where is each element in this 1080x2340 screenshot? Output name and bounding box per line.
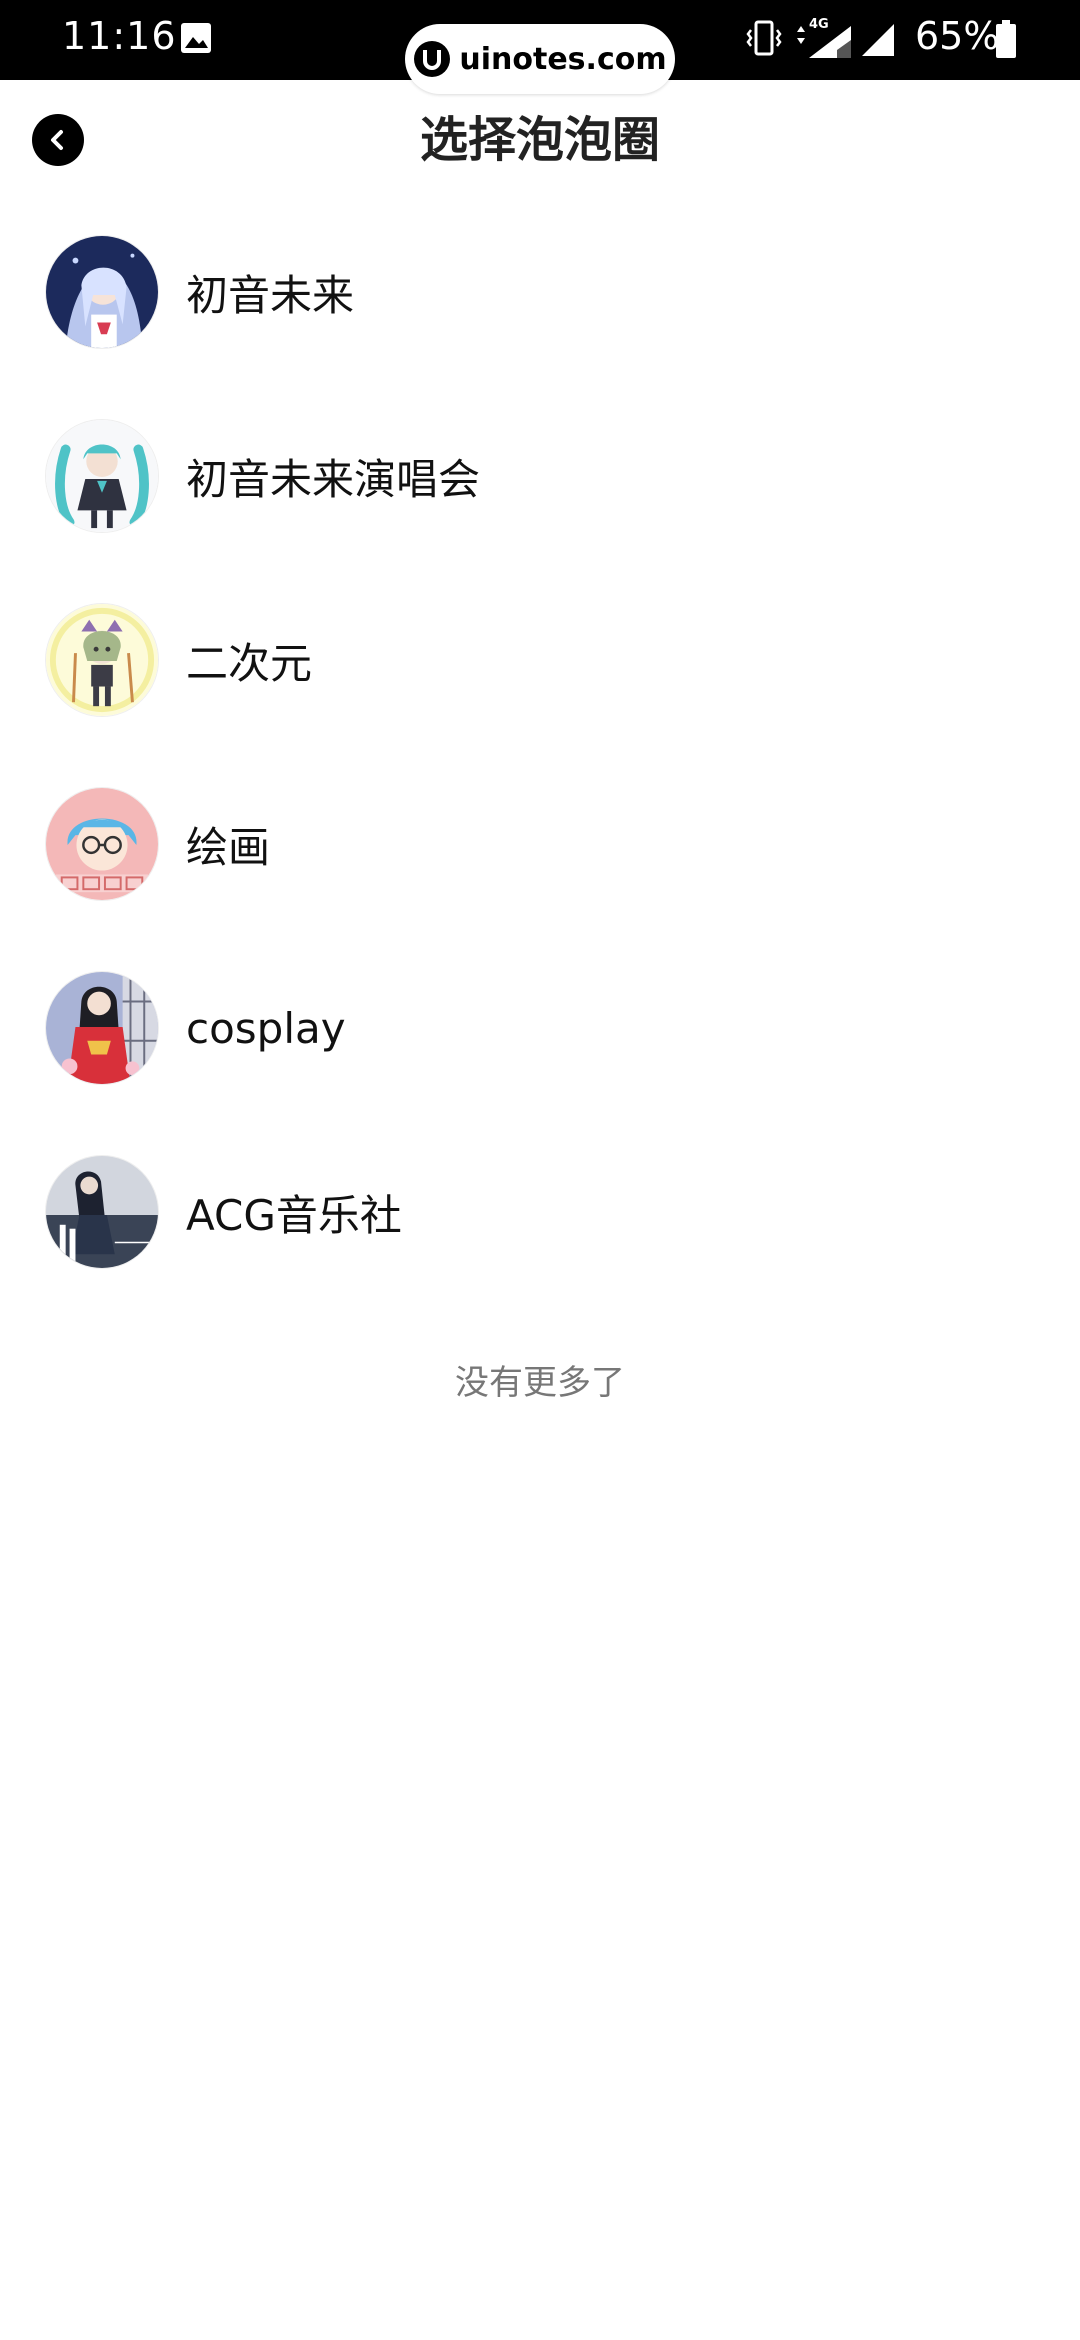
signal-icon	[860, 22, 896, 58]
list-item[interactable]: 绘画	[0, 752, 1080, 936]
circle-name: 绘画	[186, 822, 271, 872]
painting-avatar	[45, 787, 159, 901]
battery-percentage: 65%	[915, 14, 1000, 58]
nav-bar: 选择泡泡圈	[0, 80, 1080, 200]
hatsune-miku-avatar	[45, 235, 159, 349]
list-item[interactable]: 初音未来演唱会	[0, 384, 1080, 568]
circle-name: 二次元	[186, 638, 313, 688]
watermark-badge: uinotes.com	[405, 24, 675, 94]
list-item[interactable]: cosplay	[0, 936, 1080, 1120]
page-title: 选择泡泡圈	[419, 112, 660, 168]
svg-text:4G: 4G	[809, 17, 829, 32]
cosplay-avatar	[45, 971, 159, 1085]
uinotes-logo-icon	[413, 40, 451, 78]
circle-list: 初音未来 初音未来演唱会 二次元 绘画 cosplay ACG音乐社	[0, 200, 1080, 1304]
circle-name: ACG音乐社	[186, 1190, 402, 1240]
circle-name: 初音未来	[186, 270, 355, 320]
battery-icon	[996, 20, 1016, 58]
list-item[interactable]: 二次元	[0, 568, 1080, 752]
list-item[interactable]: ACG音乐社	[0, 1120, 1080, 1304]
circle-name: 初音未来演唱会	[186, 454, 481, 504]
anime-character-avatar	[45, 603, 159, 717]
miku-concert-avatar	[45, 419, 159, 533]
image-icon	[180, 22, 212, 54]
circle-name: cosplay	[186, 1003, 346, 1053]
mobile-data-icon: 4G	[795, 16, 853, 60]
list-item[interactable]: 初音未来	[0, 200, 1080, 384]
vibrate-icon	[745, 18, 783, 58]
acg-music-avatar	[45, 1155, 159, 1269]
no-more-text: 没有更多了	[455, 1363, 625, 1403]
status-time: 11:16	[62, 14, 177, 58]
watermark-text: uinotes.com	[459, 41, 667, 77]
